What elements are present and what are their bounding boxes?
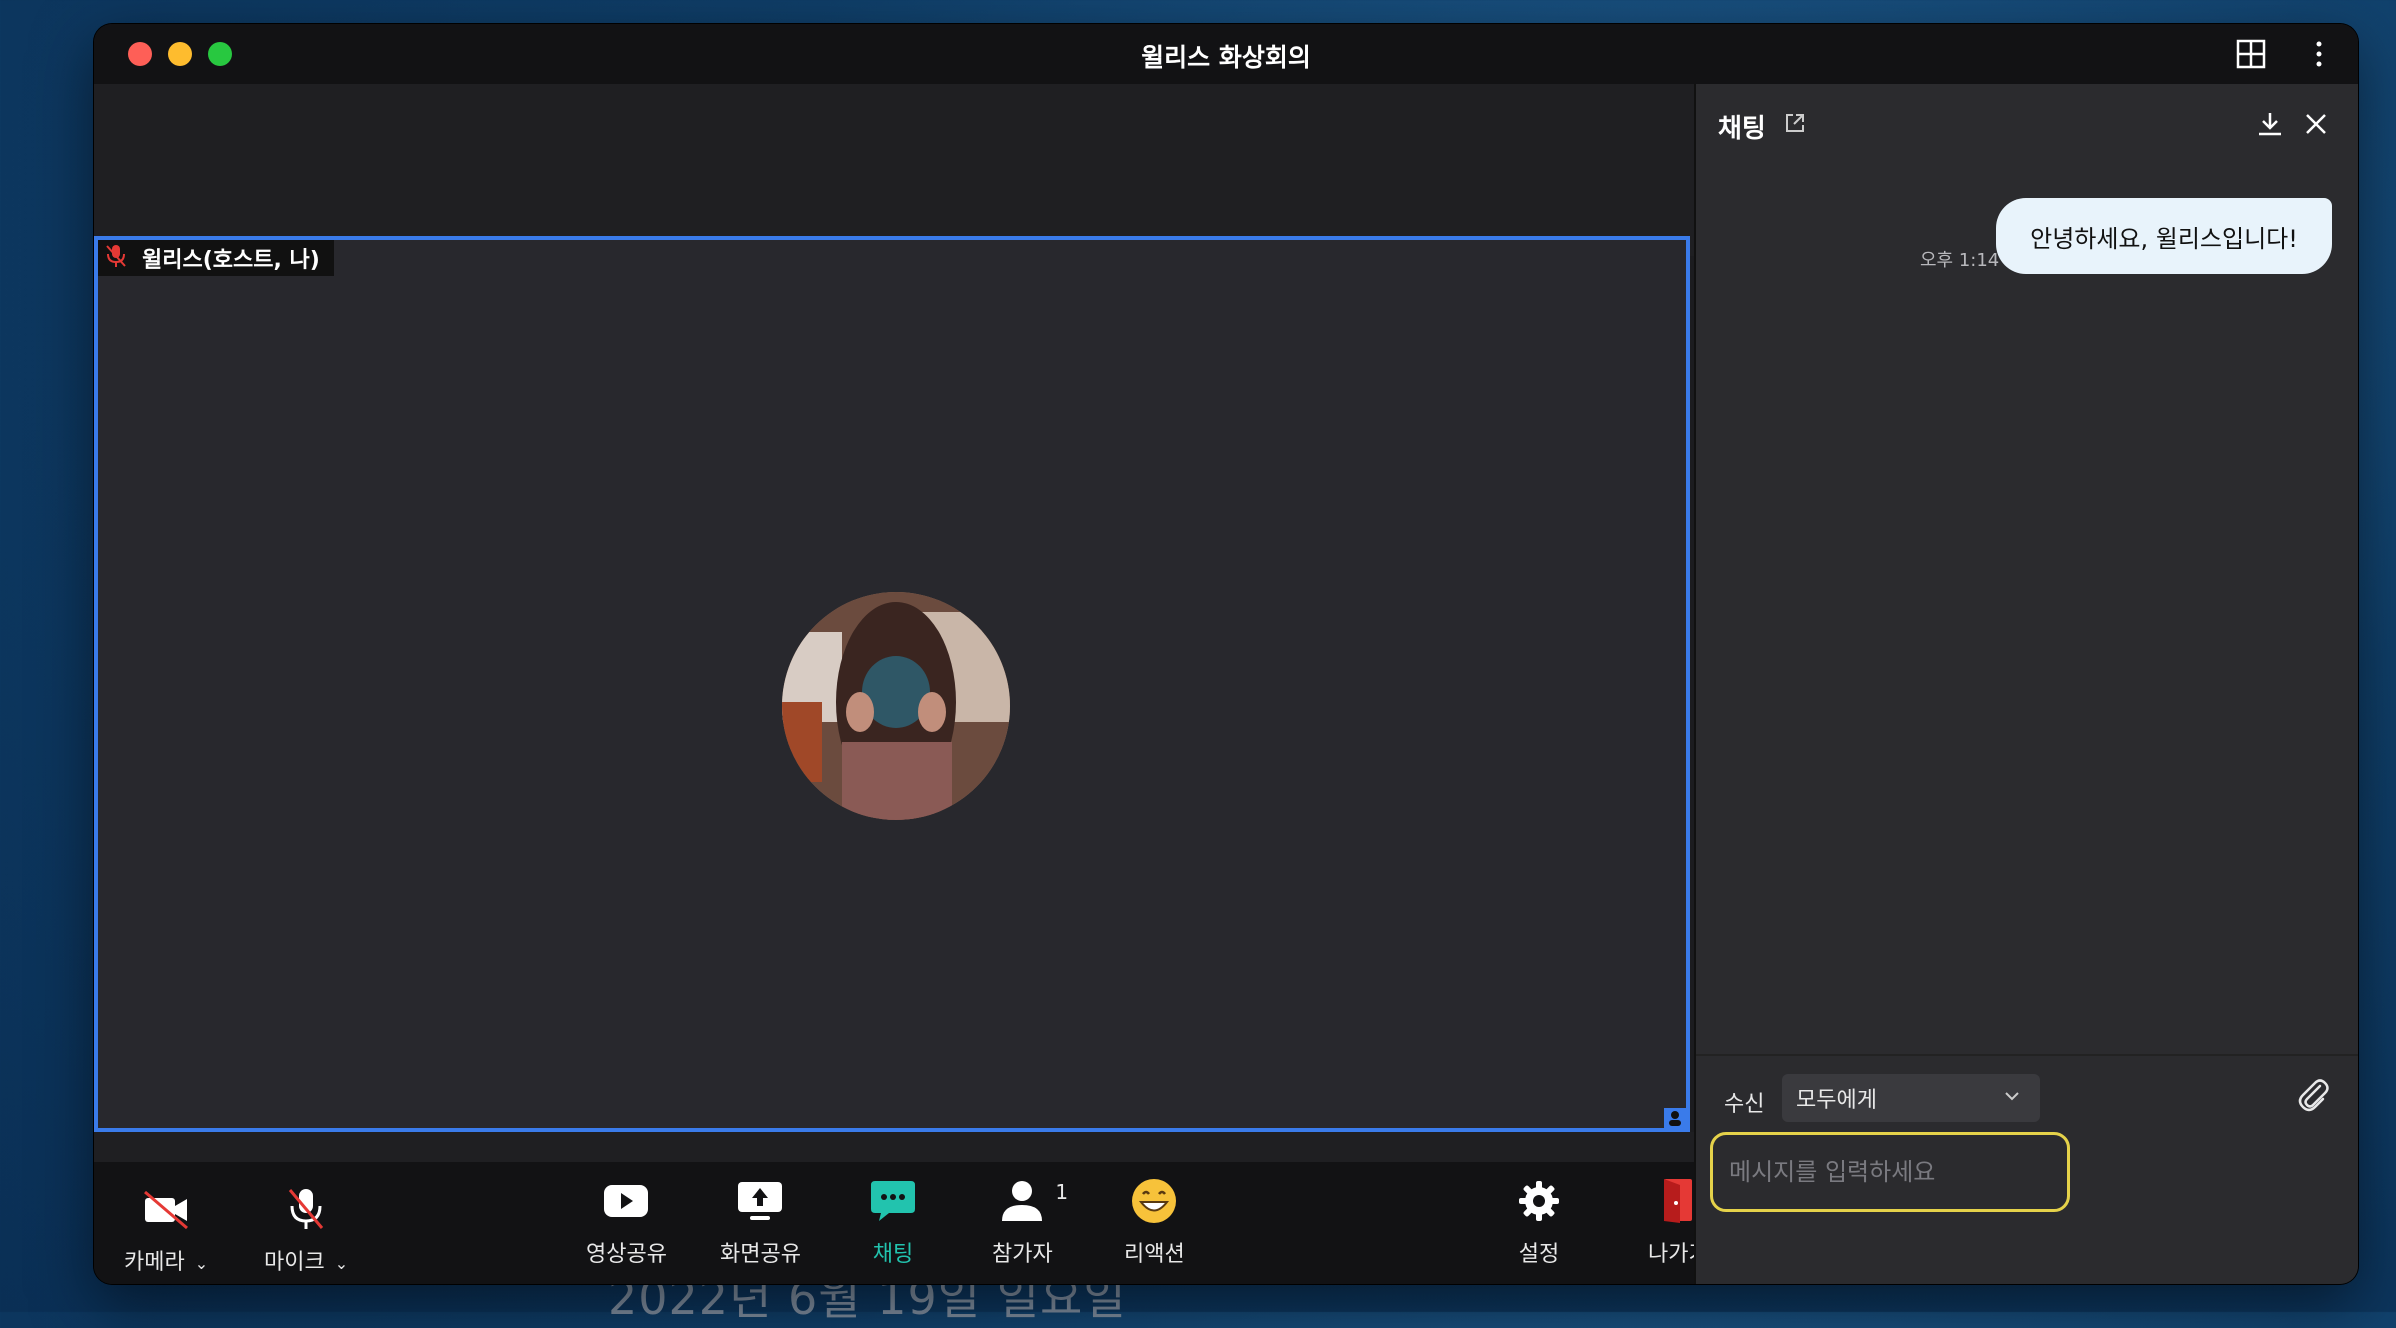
- chat-button[interactable]: 채팅: [868, 1176, 918, 1268]
- participants-label: 참가자: [992, 1242, 1053, 1267]
- pin-participant-icon[interactable]: [1664, 1108, 1686, 1128]
- participant-avatar: [782, 592, 1010, 820]
- title-bar: 윌리스 화상회의: [94, 24, 2358, 84]
- video-top-area: [94, 84, 1694, 256]
- participants-button[interactable]: 1 참가자: [992, 1176, 1068, 1268]
- video-play-icon: [601, 1176, 651, 1226]
- chevron-down-icon[interactable]: ⌄: [335, 1254, 348, 1273]
- window-title: 윌리스 화상회의: [1141, 43, 1311, 72]
- screen-share-icon: [735, 1176, 785, 1226]
- chat-panel: 채팅 오후 1:14 안녕하세요, 윌리스입니다! 수신 모두에게: [1694, 84, 2358, 1284]
- person-icon: 1: [997, 1176, 1068, 1226]
- settings-button[interactable]: 설정: [1514, 1176, 1564, 1268]
- mic-label: 마이크: [264, 1250, 325, 1275]
- recipient-value: 모두에게: [1796, 1088, 1877, 1113]
- gear-icon: [1514, 1176, 1564, 1226]
- chevron-down-icon: [2002, 1086, 2022, 1112]
- grid-layout-icon[interactable]: [2236, 39, 2266, 69]
- message-input[interactable]: [1710, 1132, 2070, 1212]
- camera-off-icon: [141, 1184, 191, 1234]
- chat-panel-title: 채팅: [1718, 114, 1766, 144]
- app-window: 윌리스 화상회의 윌리스(호스트, 나) 카메라 ⌄ 마이크 ⌄ 영상공유 화면…: [94, 24, 2358, 1284]
- participant-name-tag: 윌리스(호스트, 나): [98, 240, 334, 276]
- camera-label: 카메라: [124, 1250, 185, 1275]
- chat-label: 채팅: [872, 1242, 914, 1267]
- meeting-toolbar: 카메라 ⌄ 마이크 ⌄ 영상공유 화면공유 채팅 1 참가자 리액션 설정 나가…: [94, 1162, 1709, 1284]
- message-time: 오후 1:14: [1920, 250, 2000, 271]
- mic-muted-icon: [104, 243, 128, 273]
- chat-divider: [1696, 1054, 2358, 1056]
- screen-share-button[interactable]: 화면공유: [720, 1176, 801, 1268]
- chat-bubble-icon: [868, 1176, 918, 1226]
- download-icon[interactable]: [2256, 110, 2284, 142]
- video-share-button[interactable]: 영상공유: [586, 1176, 667, 1268]
- participant-name: 윌리스(호스트, 나): [142, 248, 320, 273]
- more-vertical-icon[interactable]: [2304, 39, 2334, 69]
- smile-emoji-icon: [1129, 1176, 1179, 1226]
- camera-button[interactable]: 카메라 ⌄: [124, 1184, 208, 1276]
- video-bottom-strip: [94, 1132, 1694, 1162]
- screen-share-label: 화면공유: [720, 1242, 801, 1267]
- microphone-button[interactable]: 마이크 ⌄: [264, 1184, 348, 1276]
- reaction-label: 리액션: [1124, 1242, 1185, 1267]
- participants-count: 1: [1055, 1180, 1069, 1204]
- recipient-select[interactable]: 모두에게: [1782, 1074, 2040, 1122]
- participant-video-tile[interactable]: 윌리스(호스트, 나): [94, 236, 1690, 1132]
- popout-icon[interactable]: [1784, 112, 1806, 138]
- recipient-label: 수신: [1724, 1092, 1765, 1117]
- chat-message-bubble: 안녕하세요, 윌리스입니다!: [1996, 198, 2332, 274]
- close-icon[interactable]: [2302, 110, 2330, 142]
- chevron-down-icon[interactable]: ⌄: [195, 1254, 208, 1273]
- paperclip-icon[interactable]: [2294, 1076, 2334, 1120]
- video-share-label: 영상공유: [586, 1242, 667, 1267]
- settings-label: 설정: [1518, 1242, 1560, 1267]
- mic-off-icon: [281, 1184, 331, 1234]
- reaction-button[interactable]: 리액션: [1124, 1176, 1185, 1268]
